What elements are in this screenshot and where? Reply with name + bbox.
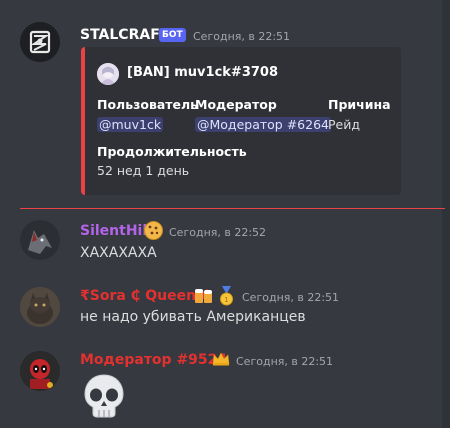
skull-emoji-icon [80,372,128,424]
deadpool-avatar-icon [20,351,60,391]
beer-icon [194,286,214,309]
author-name[interactable]: SilentHill [80,223,152,239]
moderator-mention[interactable]: @Модератор #6264 [195,117,331,132]
field-name-moderator: Модератор [195,97,277,112]
timestamp: Сегодня, в 22:51 [236,355,334,368]
cat-avatar-icon [20,287,60,327]
svg-text:1: 1 [224,296,228,304]
message-text: ХАХАХАХА [80,245,157,261]
medal-icon: 1 [218,286,235,310]
avatar[interactable] [20,351,60,391]
author-name[interactable]: STALCRAFT [80,27,169,43]
field-value-duration: 52 нед 1 день [97,163,190,178]
ban-embed: [BAN] muv1ck#3708 Пользователь @muv1ck М… [81,47,401,195]
author-name[interactable]: ₹Sora ₵ Queen ₵ [80,288,211,304]
timestamp: Сегодня, в 22:52 [169,226,267,239]
timestamp: Сегодня, в 22:51 [193,30,291,43]
avatar[interactable] [20,287,60,327]
message-text: не надо убивать Американцев [80,309,306,325]
stalcraft-logo-icon [20,22,60,62]
field-name-reason: Причина [328,97,391,112]
timestamp: Сегодня, в 22:51 [242,291,340,304]
embed-author[interactable]: [BAN] muv1ck#3708 [127,65,278,80]
cookie-icon [144,221,163,244]
new-messages-divider [20,208,445,209]
field-value-reason: Рейд [328,117,360,132]
wolf-avatar-icon [20,220,60,260]
bot-tag-badge: БОТ [159,28,186,42]
author-name[interactable]: Модератор #9524 [80,352,227,368]
field-name-duration: Продолжительность [97,144,247,159]
field-value-moderator: @Модератор #6264 [195,117,331,132]
field-name-user: Пользователь [97,97,199,112]
field-value-user: @muv1ck [97,117,164,132]
user-mention[interactable]: @muv1ck [97,117,164,132]
crown-icon [212,352,230,370]
embed-author-icon [97,63,119,85]
scrollbar[interactable] [442,0,450,428]
avatar[interactable] [20,220,60,260]
avatar[interactable] [20,22,60,62]
